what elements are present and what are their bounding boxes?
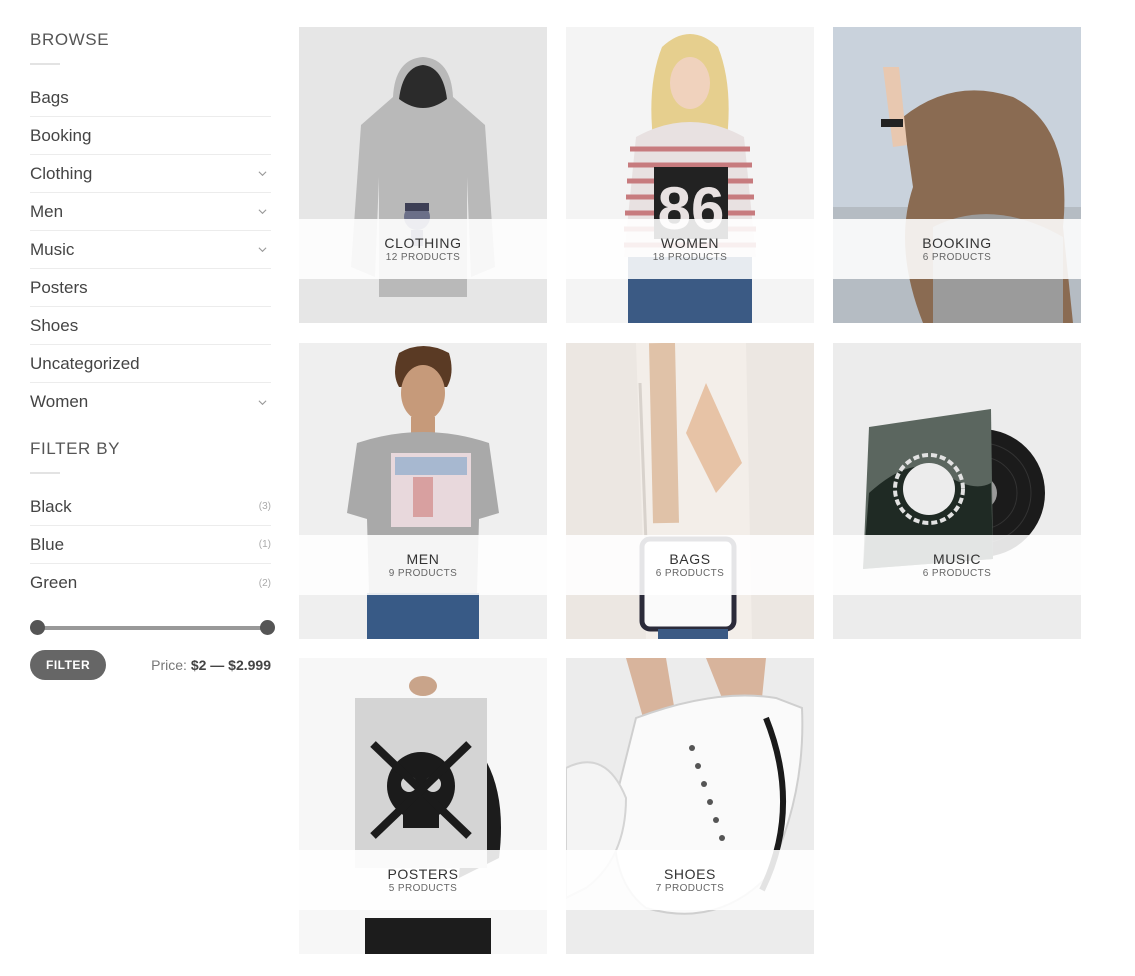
filter-count: (2) [258, 577, 271, 589]
category-item-booking[interactable]: Booking [30, 117, 271, 155]
category-tile-bags[interactable]: BAGS 6 PRODUCTS [566, 343, 814, 639]
category-item-clothing[interactable]: Clothing [30, 155, 271, 193]
filter-item-blue[interactable]: Blue (1) [30, 526, 271, 564]
price-prefix: Price: [151, 657, 187, 673]
category-tile-women[interactable]: 86 WOMEN 18 PRODUCTS [566, 27, 814, 323]
chevron-down-icon[interactable] [258, 398, 267, 407]
product-count: 6 PRODUCTS [922, 568, 992, 579]
color-filter-list: Black (3) Blue (1) Green (2) [30, 488, 271, 602]
filter-button[interactable]: FILTER [30, 650, 107, 680]
category-label: Shoes [30, 315, 79, 335]
product-count: 18 PRODUCTS [652, 252, 728, 263]
category-tile-clothing[interactable]: CLOTHING 12 PRODUCTS [299, 27, 547, 323]
category-label: Women [30, 392, 89, 411]
category-tile-label: MEN 9 PRODUCTS [299, 535, 547, 595]
product-count: 7 PRODUCTS [655, 883, 725, 894]
chevron-down-icon[interactable] [258, 207, 267, 216]
product-count: 5 PRODUCTS [388, 883, 458, 894]
product-count: 9 PRODUCTS [388, 568, 458, 579]
category-name: WOMEN [660, 235, 720, 251]
category-name: BOOKING [922, 235, 992, 251]
price-slider-min-handle[interactable] [30, 620, 45, 635]
price-slider-max-handle[interactable] [260, 620, 275, 635]
category-item-women[interactable]: Women [30, 383, 271, 421]
product-count: 12 PRODUCTS [385, 252, 461, 263]
filter-title-divider [30, 472, 60, 474]
price-row: FILTER Price: $2 — $2.999 [30, 650, 271, 680]
price-range: $2 — $2.999 [190, 657, 271, 673]
category-label: Posters [30, 277, 88, 297]
category-name: SHOES [663, 866, 716, 882]
filter-count: (1) [258, 539, 271, 550]
category-name: MUSIC [932, 551, 982, 567]
category-item-posters[interactable]: Posters [30, 269, 271, 307]
category-tile-label: BOOKING 6 PRODUCTS [833, 219, 1081, 279]
category-item-shoes[interactable]: Shoes [30, 307, 271, 345]
category-list: Bags Booking Clothing Men Music Posters … [30, 79, 271, 421]
category-name: BAGS [669, 551, 711, 567]
category-label: Men [30, 201, 64, 221]
category-label: Music [30, 239, 75, 259]
category-tile-shoes[interactable]: SHOES 7 PRODUCTS [566, 658, 814, 954]
category-name: MEN [406, 551, 440, 567]
category-item-music[interactable]: Music [30, 231, 271, 269]
category-label: Booking [30, 125, 92, 145]
filter-label: Black [30, 496, 72, 516]
category-tile-men[interactable]: MEN 9 PRODUCTS [299, 343, 547, 639]
category-name: CLOTHING [384, 235, 462, 251]
category-grid: CLOTHING 12 PRODUCTS 86 WOMEN 18 PRODUCT… [299, 27, 1081, 955]
filter-item-black[interactable]: Black (3) [30, 488, 271, 526]
filter-label: Blue [30, 534, 65, 554]
chevron-down-icon[interactable] [258, 169, 267, 178]
category-label: Clothing [30, 163, 93, 183]
category-tile-posters[interactable]: POSTERS 5 PRODUCTS [299, 658, 547, 954]
price-slider-track [36, 626, 265, 630]
chevron-down-icon[interactable] [258, 245, 267, 254]
browse-title-divider [30, 63, 60, 65]
browse-title: BROWSE [30, 30, 110, 49]
category-tile-label: MUSIC 6 PRODUCTS [833, 535, 1081, 595]
price-label: Price: $2 — $2.999 [151, 657, 271, 673]
category-label: Uncategorized [30, 353, 140, 373]
category-name: POSTERS [387, 866, 459, 882]
category-label: Bags [30, 87, 69, 107]
filter-count: (3) [258, 501, 271, 512]
product-count: 6 PRODUCTS [922, 252, 992, 263]
filter-title: FILTER BY [30, 439, 121, 458]
sidebar: BROWSE Bags Booking Clothing Men Music P… [30, 30, 275, 680]
category-tile-label: WOMEN 18 PRODUCTS [566, 219, 814, 279]
category-tile-label: BAGS 6 PRODUCTS [566, 535, 814, 595]
category-item-bags[interactable]: Bags [30, 79, 271, 117]
category-item-uncategorized[interactable]: Uncategorized [30, 345, 271, 383]
category-tile-booking[interactable]: BOOKING 6 PRODUCTS [833, 27, 1081, 323]
category-tile-label: CLOTHING 12 PRODUCTS [299, 219, 547, 279]
category-item-men[interactable]: Men [30, 193, 271, 231]
price-slider[interactable] [30, 618, 275, 638]
product-count: 6 PRODUCTS [655, 568, 725, 579]
filter-widget: FILTER BY Black (3) Blue (1) Green (2) F… [30, 439, 275, 680]
category-tile-music[interactable]: MUSIC 6 PRODUCTS [833, 343, 1081, 639]
filter-label: Green [30, 573, 78, 592]
category-tile-label: SHOES 7 PRODUCTS [566, 850, 814, 910]
category-tile-label: POSTERS 5 PRODUCTS [299, 850, 547, 910]
filter-item-green[interactable]: Green (2) [30, 564, 271, 602]
